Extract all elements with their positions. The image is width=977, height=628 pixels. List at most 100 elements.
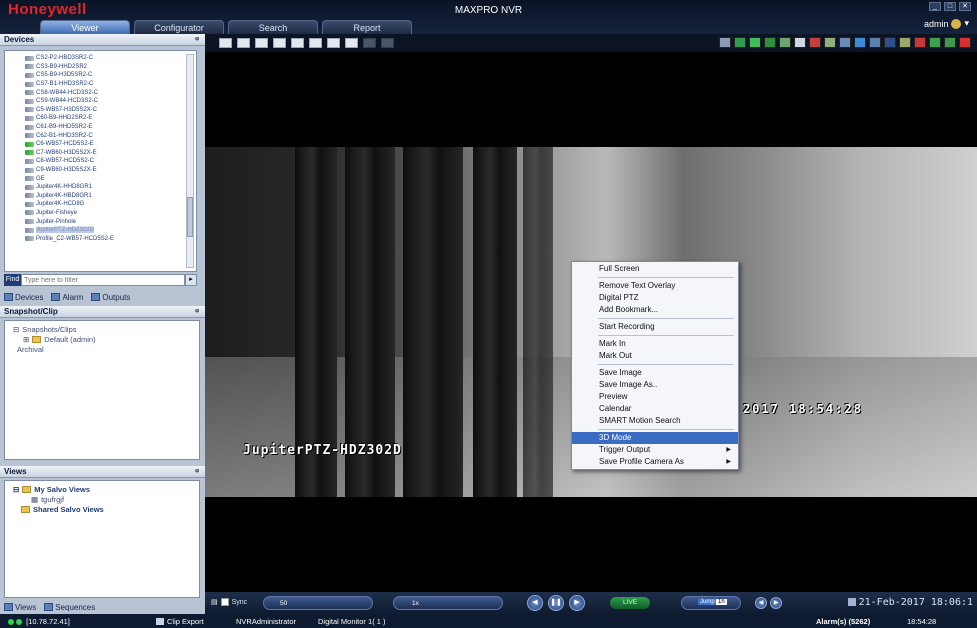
jump-forward-icon[interactable]: ▶ [770,597,782,609]
playback-datetime[interactable]: 21-Feb-2017 18:06:1 [847,597,973,608]
layout-3x3-icon[interactable] [255,38,268,48]
menu-item-start-recording[interactable]: Start Recording [572,321,738,333]
tree-item-my-views[interactable]: ⊟ My Salvo Views [13,484,199,494]
device-item[interactable]: CS8-WB44-HCD3S2-C [25,88,196,97]
record-icon[interactable] [764,37,776,48]
tree-item-shared-views[interactable]: Shared Salvo Views [13,504,199,514]
device-item[interactable]: CS5-B9-H3D5SR2-C [25,71,196,80]
device-item[interactable]: CS3-B9-HHD2SR2 [25,63,196,72]
device-item[interactable]: Jupiter4K-HCD8G [25,200,196,209]
zoom-icon[interactable] [854,37,866,48]
user-menu[interactable]: admin ▾ [924,18,969,29]
layout-1-5-icon[interactable] [309,38,322,48]
clip-export-button[interactable]: Clip Export [156,617,204,626]
layout-save-icon[interactable] [944,37,956,48]
close-salvo-icon[interactable] [959,37,971,48]
filter-input[interactable] [21,274,185,286]
jump-control[interactable]: Jump 1h [681,596,741,610]
tab-viewer[interactable]: Viewer [40,20,130,34]
close-icon[interactable]: ✕ [959,2,971,11]
menu-item-add-bookmark[interactable]: Add Bookmark... [572,304,738,316]
step-back-icon[interactable]: ◀ [527,595,543,611]
sync-toggle[interactable]: ▤ Sync [211,598,247,606]
speed-slider[interactable]: 50 [263,596,373,610]
calendar-icon[interactable] [847,598,856,606]
device-item[interactable]: C9-WB60-H3D5S2X-E [25,166,196,175]
device-item[interactable]: C61-B9-HHD5SR2-E [25,123,196,132]
live-button[interactable]: LIVE [610,597,650,609]
pin-icon[interactable]: ᵠ [195,34,199,46]
device-item[interactable]: C8-WB57-HCD5S2-C [25,157,196,166]
step-forward-icon[interactable]: ▶ [569,595,585,611]
device-scrollbar[interactable] [186,54,194,268]
jump-value[interactable]: 1h [716,599,727,605]
collapse-icon[interactable]: ⊟ [13,485,19,494]
device-item[interactable]: Jupiter-Fisheye [25,209,196,218]
pin-icon[interactable]: ᵠ [195,466,199,478]
tree-item-view[interactable]: ▦ tgufrgjf [13,494,199,504]
menu-item-save-profile-camera-as[interactable]: Save Profile Camera As ▶ [572,456,738,468]
layout-custom2-icon[interactable] [381,38,394,48]
tree-item-snapshots[interactable]: ⊟ Snapshots/Clips [13,324,199,334]
tab-configurator[interactable]: Configurator [134,20,224,34]
device-item[interactable]: CS7-B1-HHD3SR2-C [25,80,196,89]
menu-item-trigger-output[interactable]: Trigger Output ▶ [572,444,738,456]
monitor-icon[interactable] [794,37,806,48]
device-item[interactable]: Profile_C2-WB57-HCD5S2-E [25,234,196,243]
menu-item-3d-mode[interactable]: 3D Mode [572,432,738,444]
menu-item-preview[interactable]: Preview [572,391,738,403]
tab-report[interactable]: Report [322,20,412,34]
menu-item-full-screen[interactable]: Full Screen [572,263,738,275]
fullscreen-icon[interactable] [929,37,941,48]
tab-outputs[interactable]: Outputs [91,293,130,302]
layout-5x5-icon[interactable] [291,38,304,48]
grid-tool-icon[interactable] [869,37,881,48]
ptz-icon[interactable] [734,37,746,48]
device-item[interactable]: C5-WB57-H3D5S2X-C [25,106,196,115]
play-icon[interactable] [749,37,761,48]
menu-item-mark-out[interactable]: Mark Out [572,350,738,362]
layout-1x1-icon[interactable] [219,38,232,48]
stop-icon[interactable] [914,37,926,48]
device-item[interactable]: Jupiter-Pinhole [25,217,196,226]
alarm-count[interactable]: Alarm(s) (5262) [816,617,870,626]
pause-icon[interactable]: ❚❚ [548,595,564,611]
export-icon[interactable] [839,37,851,48]
layout-4x4-icon[interactable] [273,38,286,48]
layout-1-12-icon[interactable] [345,38,358,48]
bookmark-icon[interactable] [824,37,836,48]
tree-item-archival[interactable]: Archival [13,344,199,354]
scroll-thumb[interactable] [187,197,193,237]
layout-custom-icon[interactable] [363,38,376,48]
device-item[interactable]: C62-B1-HHD3SR2-C [25,131,196,140]
menu-item-calendar[interactable]: Calendar [572,403,738,415]
expand-icon[interactable]: ⊞ [23,335,29,344]
tab-views[interactable]: Views [4,603,36,612]
filter-go-icon[interactable]: ▸ [185,274,197,286]
menu-item-save-image-as[interactable]: Save Image As.. [572,379,738,391]
layout-1-7-icon[interactable] [327,38,340,48]
jump-back-icon[interactable]: ◀ [755,597,767,609]
camera-icon[interactable] [779,37,791,48]
pin-icon[interactable]: ᵠ [195,306,199,318]
rate-slider[interactable]: 1x [393,596,503,610]
audio-icon[interactable] [899,37,911,48]
sync-checkbox[interactable] [220,598,229,606]
device-item[interactable]: Jupiter4K-HHD8GR1 [25,183,196,192]
maximize-icon[interactable]: □ [944,2,956,11]
menu-item-mark-in[interactable]: Mark In [572,338,738,350]
menu-item-save-image[interactable]: Save Image [572,367,738,379]
minimize-icon[interactable]: _ [929,2,941,11]
tab-alarm[interactable]: Alarm [51,293,83,302]
device-item[interactable]: C6-WB57-HCD5S2-E [25,140,196,149]
menu-item-remove-text-overlay[interactable]: Remove Text Overlay [572,280,738,292]
layout-2x2-icon[interactable] [237,38,250,48]
device-item[interactable]: Jupiter4K-HBD8GR1 [25,192,196,201]
device-item[interactable]: JupiterPTZ-HDZ302D [25,226,196,235]
device-item[interactable]: CS2-P2-HBD3SR2-C [25,54,196,63]
settings-icon[interactable] [884,37,896,48]
menu-item-smart-motion-search[interactable]: SMART Motion Search [572,415,738,427]
device-item[interactable]: C60-B9-HHD2SR2-E [25,114,196,123]
device-item[interactable]: CS9-WB44-HCD3S2-C [25,97,196,106]
tab-devices[interactable]: Devices [4,293,43,302]
